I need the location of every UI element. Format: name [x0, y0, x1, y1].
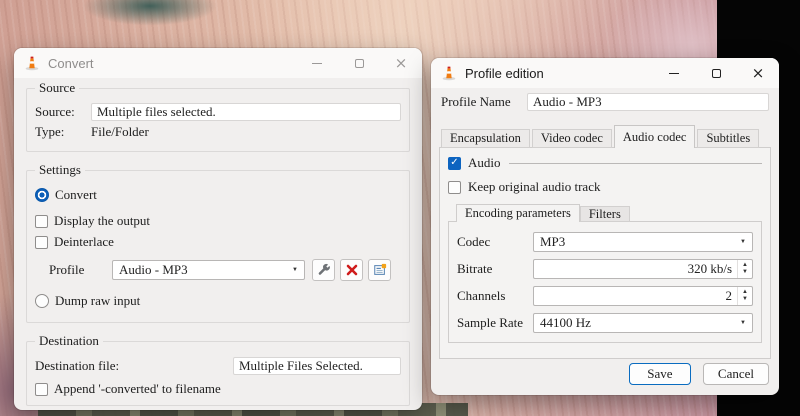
- audio-codec-panel: ✓ Audio Keep original audio track Encodi…: [439, 147, 771, 359]
- codec-label: Codec: [457, 234, 491, 249]
- convert-titlebar: Convert ×: [14, 48, 422, 78]
- display-output-label: Display the output: [54, 213, 151, 228]
- destination-group-legend: Destination: [39, 333, 99, 348]
- convert-radio-label: Convert: [55, 187, 97, 202]
- dump-raw-radio[interactable]: [35, 294, 49, 308]
- bitrate-value: 320 kb/s: [687, 261, 733, 276]
- sample-rate-select[interactable]: 44100 Hz ▼: [533, 313, 753, 333]
- deinterlace-row[interactable]: Deinterlace: [35, 234, 401, 250]
- bitrate-spinbox[interactable]: 320 kb/s ▲ ▼: [533, 259, 753, 279]
- minimize-icon[interactable]: [302, 50, 332, 76]
- subtab-filters[interactable]: Filters: [579, 206, 630, 222]
- codec-value: MP3: [540, 234, 566, 249]
- dump-raw-label: Dump raw input: [55, 293, 141, 308]
- minimize-icon[interactable]: [659, 60, 689, 86]
- destination-file-input[interactable]: Multiple Files Selected.: [233, 357, 401, 375]
- profile-name-label: Profile Name: [441, 94, 511, 109]
- type-value: File/Folder: [91, 124, 149, 139]
- encoding-subtabs: Encoding parameters Filters: [456, 203, 762, 222]
- close-icon[interactable]: ×: [743, 60, 773, 86]
- cancel-button[interactable]: Cancel: [702, 363, 769, 385]
- edit-profile-button[interactable]: [312, 259, 335, 281]
- profile-select[interactable]: Audio - MP3 ▼: [112, 260, 305, 280]
- dropdown-arrow-icon: ▼: [740, 239, 746, 245]
- window-title: Profile edition: [465, 65, 544, 81]
- source-group: Source Source: Multiple files selected. …: [26, 80, 410, 152]
- close-icon[interactable]: ×: [386, 50, 416, 76]
- destination-group: Destination Destination file: Multiple F…: [26, 333, 410, 406]
- convert-window: Convert × Source Source: Multiple files …: [14, 48, 422, 410]
- new-profile-icon: [373, 263, 386, 275]
- append-converted-label: Append '-converted' to filename: [54, 381, 221, 396]
- profile-name-input[interactable]: Audio - MP3: [527, 93, 769, 111]
- append-converted-row[interactable]: Append '-converted' to filename: [35, 381, 401, 397]
- deinterlace-checkbox[interactable]: [35, 235, 48, 249]
- tab-video-codec[interactable]: Video codec: [531, 129, 612, 148]
- source-value: Multiple files selected.: [97, 104, 216, 119]
- window-title: Convert: [48, 55, 94, 71]
- subtab-encoding-parameters[interactable]: Encoding parameters: [456, 204, 580, 222]
- codec-select[interactable]: MP3 ▼: [533, 232, 753, 252]
- tab-audio-codec[interactable]: Audio codec: [613, 125, 696, 148]
- destination-file-value: Multiple Files Selected.: [239, 358, 363, 373]
- keep-original-checkbox[interactable]: [448, 180, 461, 194]
- profile-edition-window: Profile edition × Profile Name Audio - M…: [431, 58, 779, 395]
- save-button[interactable]: Save: [628, 363, 691, 385]
- dump-raw-row[interactable]: Dump raw input: [35, 293, 401, 309]
- channels-spinbox[interactable]: 2 ▲ ▼: [533, 286, 753, 306]
- source-group-legend: Source: [39, 80, 76, 95]
- spin-down-icon[interactable]: ▼: [742, 296, 748, 303]
- deinterlace-label: Deinterlace: [54, 234, 114, 249]
- spin-down-icon[interactable]: ▼: [742, 269, 748, 276]
- keep-original-row[interactable]: Keep original audio track: [448, 179, 762, 195]
- delete-profile-button[interactable]: [340, 259, 363, 281]
- display-output-checkbox[interactable]: [35, 214, 48, 228]
- tab-subtitles[interactable]: Subtitles: [697, 129, 760, 148]
- desktop: Convert × Source Source: Multiple files …: [0, 0, 800, 416]
- maximize-icon[interactable]: [701, 60, 731, 86]
- type-label: Type:: [35, 124, 65, 139]
- sample-rate-label: Sample Rate: [457, 315, 524, 330]
- codec-tabs: Encapsulation Video codec Audio codec Su…: [441, 124, 771, 148]
- vlc-cone-icon: [442, 66, 456, 81]
- display-output-row[interactable]: Display the output: [35, 213, 401, 229]
- channels-value: 2: [725, 288, 733, 303]
- source-input[interactable]: Multiple files selected.: [91, 103, 401, 121]
- destination-file-label: Destination file:: [35, 358, 120, 373]
- delete-x-icon: [346, 264, 357, 276]
- spin-up-icon[interactable]: ▲: [742, 262, 748, 269]
- vlc-cone-icon: [25, 56, 39, 71]
- append-converted-checkbox[interactable]: [35, 382, 48, 396]
- tab-encapsulation[interactable]: Encapsulation: [441, 129, 530, 148]
- settings-group-legend: Settings: [39, 162, 81, 177]
- spin-up-icon[interactable]: ▲: [742, 289, 748, 296]
- source-label: Source:: [35, 104, 75, 119]
- new-profile-button[interactable]: [368, 259, 391, 281]
- convert-radio-row[interactable]: Convert: [35, 187, 401, 203]
- bitrate-label: Bitrate: [457, 261, 493, 276]
- profile-name-value: Audio - MP3: [533, 94, 602, 109]
- wrench-icon: [318, 263, 330, 275]
- keep-original-label: Keep original audio track: [468, 179, 601, 194]
- dropdown-arrow-icon: ▼: [740, 320, 746, 326]
- separator-line: [508, 162, 762, 164]
- profile-titlebar: Profile edition ×: [431, 58, 779, 88]
- profile-label: Profile: [49, 262, 85, 277]
- channels-label: Channels: [457, 288, 506, 303]
- profile-selected-value: Audio - MP3: [119, 262, 188, 277]
- dropdown-arrow-icon: ▼: [292, 267, 298, 273]
- convert-radio[interactable]: [35, 188, 49, 202]
- audio-checkbox[interactable]: ✓: [448, 156, 461, 170]
- encoding-parameters-panel: Codec MP3 ▼ Bitrate 320 kb/s ▲ ▼ Channel…: [448, 221, 762, 343]
- audio-checkbox-label: Audio: [468, 155, 501, 170]
- sample-rate-value: 44100 Hz: [540, 315, 591, 330]
- settings-group: Settings Convert Display the output Dein…: [26, 162, 410, 323]
- maximize-icon[interactable]: [344, 50, 374, 76]
